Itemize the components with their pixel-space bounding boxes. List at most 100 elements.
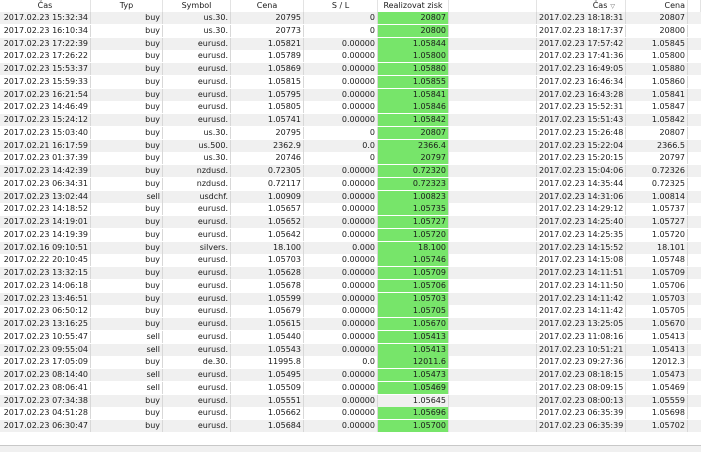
cell-type: buy <box>91 267 163 279</box>
cell-blank <box>449 394 537 407</box>
table-row[interactable]: 2017.02.23 14:06:18 buy eurusd. 1.05678 0.00… <box>0 279 701 292</box>
table-row[interactable]: 2017.02.22 20:10:45 buy eurusd. 1.05703 0.00… <box>0 254 701 267</box>
table-row[interactable]: 2017.02.23 14:19:39 buy eurusd. 1.05642 0.00… <box>0 228 701 241</box>
cell-close-price: 1.05702 <box>626 420 688 432</box>
cell-type: buy <box>91 126 163 139</box>
table-row[interactable]: 2017.02.23 14:46:49 buy eurusd. 1.05805 0.00… <box>0 101 701 114</box>
cell-blank <box>449 407 537 420</box>
table-row[interactable]: 2017.02.23 10:55:47 sell eurusd. 1.05440 0.0… <box>0 330 701 343</box>
table-row[interactable]: 2017.02.23 06:50:12 buy eurusd. 1.05679 0.00… <box>0 305 701 318</box>
cell-blank <box>449 152 537 165</box>
cell-tail <box>688 305 701 317</box>
table-row[interactable]: 2017.02.23 17:22:39 buy eurusd. 1.05821 0.00… <box>0 37 701 50</box>
table-row[interactable]: 2017.02.23 17:05:09 buy de.30. 11995.8 0.0 12… <box>0 356 701 369</box>
cell-take-profit: 1.05846 <box>378 101 449 114</box>
cell-close-time: 2017.02.23 14:25:40 <box>537 216 626 228</box>
cell-type: buy <box>91 228 163 241</box>
cell-type: buy <box>91 12 163 24</box>
table-row[interactable]: 2017.02.23 15:03:40 buy us.30. 20795 0 20807 2… <box>0 126 701 139</box>
cell-close-time: 2017.02.23 14:11:42 <box>537 305 626 318</box>
cell-blank <box>449 203 537 216</box>
table-row[interactable]: 2017.02.23 14:42:39 buy nzdusd. 0.72305 0.00… <box>0 165 701 177</box>
cell-close-time: 2017.02.23 10:51:21 <box>537 343 626 356</box>
cell-stop-loss: 0.00000 <box>304 267 378 279</box>
table-row[interactable]: 2017.02.23 16:10:34 buy us.30. 20773 0 20800 2… <box>0 24 701 37</box>
cell-close-price: 1.05748 <box>626 254 688 267</box>
cell-symbol: eurusd. <box>163 50 231 63</box>
table-row[interactable]: 2017.02.23 13:46:51 buy eurusd. 1.05599 0.00… <box>0 292 701 305</box>
table-row[interactable]: 2017.02.23 09:55:04 sell eurusd. 1.05543 0.0… <box>0 343 701 356</box>
cell-type: buy <box>91 139 163 152</box>
cell-close-price: 20807 <box>626 126 688 139</box>
table-row[interactable]: 2017.02.23 13:32:15 buy eurusd. 1.05628 0.00… <box>0 267 701 279</box>
table-row[interactable]: 2017.02.23 15:24:12 buy eurusd. 1.05741 0.00… <box>0 114 701 126</box>
column-header-sl[interactable]: S / L <box>304 0 378 12</box>
cell-stop-loss: 0.00000 <box>304 50 378 63</box>
table-row[interactable]: 2017.02.23 15:53:37 buy eurusd. 1.05869 0.00… <box>0 63 701 75</box>
table-row[interactable]: 2017.02.23 16:21:54 buy eurusd. 1.05795 0.00… <box>0 88 701 101</box>
table-row[interactable]: 2017.02.16 09:10:51 buy silvers. 18.100 0.00… <box>0 241 701 254</box>
cell-stop-loss: 0.000 <box>304 241 378 254</box>
table-row[interactable]: 2017.02.23 07:34:38 buy eurusd. 1.05551 0.00… <box>0 394 701 407</box>
cell-open-price: 20773 <box>231 24 304 37</box>
cell-take-profit: 1.05855 <box>378 75 449 88</box>
cell-tail <box>688 420 701 432</box>
cell-open-time: 2017.02.23 13:16:25 <box>0 318 91 330</box>
cell-type: sell <box>91 343 163 356</box>
chevron-down-icon[interactable]: ▽ <box>610 3 615 10</box>
cell-close-time: 2017.02.23 08:00:13 <box>537 394 626 407</box>
table-row[interactable]: 2017.02.23 14:18:52 buy eurusd. 1.05657 0.00… <box>0 203 701 216</box>
cell-type: buy <box>91 63 163 75</box>
column-header-price[interactable]: Cena <box>231 0 304 12</box>
cell-symbol: eurusd. <box>163 88 231 101</box>
table-row[interactable]: 2017.02.23 08:06:41 sell eurusd. 1.05509 0.0… <box>0 381 701 394</box>
cell-type: sell <box>91 190 163 203</box>
table-row[interactable]: 2017.02.23 08:14:40 sell eurusd. 1.05495 0.0… <box>0 369 701 381</box>
table-row[interactable]: 2017.02.23 13:02:44 sell usdchf. 1.00909 0.0… <box>0 190 701 203</box>
cell-take-profit: 1.00823 <box>378 190 449 203</box>
cell-type: buy <box>91 24 163 37</box>
cell-type: buy <box>91 407 163 420</box>
cell-symbol: nzdusd. <box>163 177 231 190</box>
table-row[interactable]: 2017.02.21 16:17:59 buy us.500. 2362.9 0.0 23… <box>0 139 701 152</box>
table-row[interactable]: 2017.02.23 15:59:33 buy eurusd. 1.05815 0.00… <box>0 75 701 88</box>
table-row[interactable]: 2017.02.23 14:19:01 buy eurusd. 1.05652 0.00… <box>0 216 701 228</box>
column-header-time[interactable]: Čas <box>0 0 91 12</box>
cell-stop-loss: 0 <box>304 126 378 139</box>
cell-close-time: 2017.02.23 14:31:06 <box>537 190 626 203</box>
column-header-close-time[interactable]: Čas ▽ <box>537 0 626 12</box>
cell-close-time: 2017.02.23 15:20:15 <box>537 152 626 165</box>
cell-tail <box>688 356 701 368</box>
cell-close-time: 2017.02.23 06:35:39 <box>537 420 626 432</box>
table-row[interactable]: 2017.02.23 06:34:31 buy nzdusd. 0.72117 0.00… <box>0 177 701 190</box>
cell-open-price: 1.05789 <box>231 50 304 63</box>
cell-open-price: 1.05805 <box>231 101 304 114</box>
cell-symbol: us.30. <box>163 12 231 24</box>
cell-close-price: 1.05705 <box>626 305 688 318</box>
cell-close-time: 2017.02.23 14:11:42 <box>537 292 626 305</box>
column-header-type[interactable]: Typ <box>91 0 163 12</box>
cell-symbol: eurusd. <box>163 381 231 394</box>
column-header-symbol[interactable]: Symbol <box>163 0 231 12</box>
table-row[interactable]: 2017.02.23 13:16:25 buy eurusd. 1.05615 0.00… <box>0 318 701 330</box>
column-header-profit[interactable]: Realizovat zisk <box>378 0 449 12</box>
cell-stop-loss: 0.0 <box>304 356 378 369</box>
cell-tail <box>688 407 701 419</box>
cell-open-time: 2017.02.23 14:19:39 <box>0 228 91 241</box>
cell-stop-loss: 0.00000 <box>304 279 378 292</box>
column-header-close-price[interactable]: Cena <box>626 0 688 12</box>
cell-close-price: 20807 <box>626 12 688 24</box>
table-row[interactable]: 2017.02.23 17:26:22 buy eurusd. 1.05789 0.00… <box>0 50 701 63</box>
cell-close-time: 2017.02.23 18:17:37 <box>537 24 626 37</box>
table-row[interactable]: 2017.02.23 04:51:28 buy eurusd. 1.05662 0.00… <box>0 407 701 420</box>
cell-tail <box>688 178 701 190</box>
cell-symbol: us.30. <box>163 24 231 37</box>
cell-blank <box>449 228 537 241</box>
table-row[interactable]: 2017.02.23 15:32:34 buy us.30. 20795 0 20807 2… <box>0 12 701 24</box>
cell-open-time: 2017.02.23 15:59:33 <box>0 75 91 88</box>
column-header-blank[interactable] <box>449 0 537 12</box>
table-row[interactable]: 2017.02.23 01:37:39 buy us.30. 20746 0 20797 2… <box>0 152 701 165</box>
table-row[interactable]: 2017.02.23 06:30:47 buy eurusd. 1.05684 0.00… <box>0 420 701 432</box>
cell-open-time: 2017.02.23 01:37:39 <box>0 152 91 165</box>
cell-open-time: 2017.02.23 15:32:34 <box>0 12 91 24</box>
